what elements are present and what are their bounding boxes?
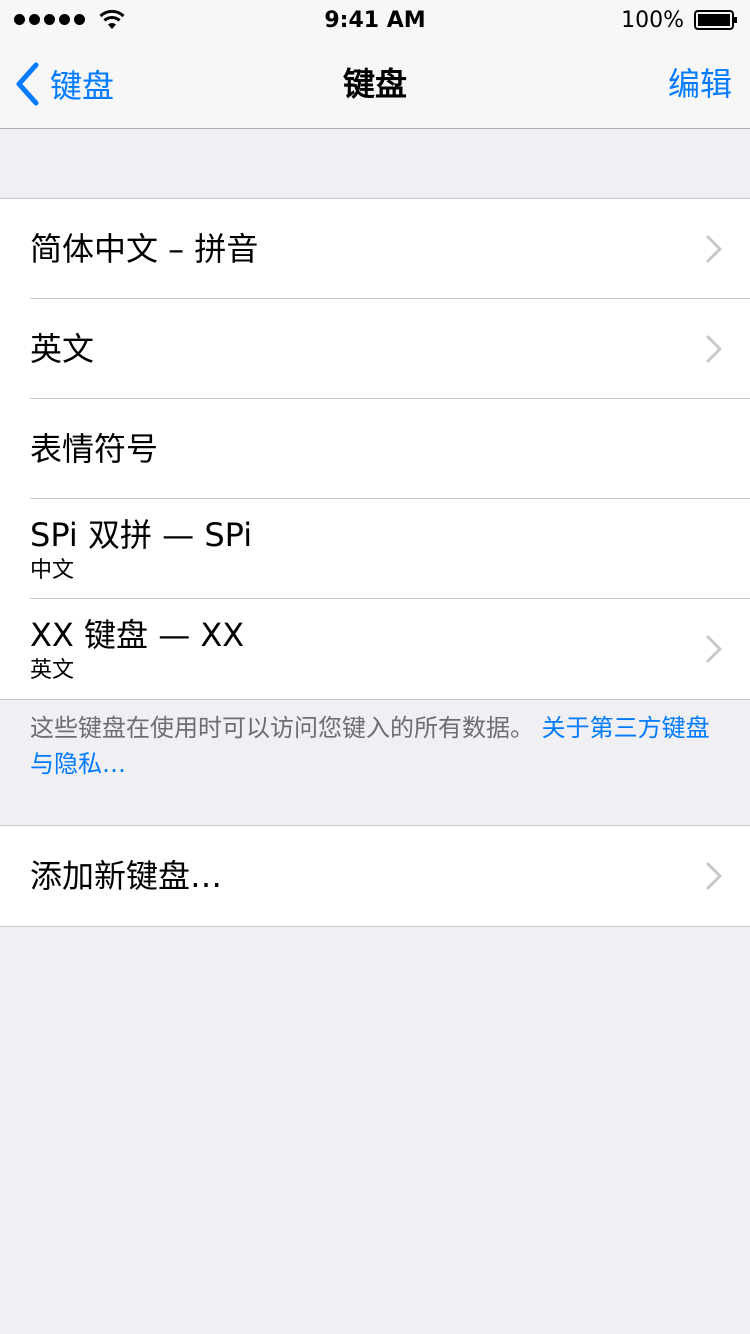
keyboard-item-pinyin[interactable]: 简体中文 – 拼音 <box>30 199 750 299</box>
keyboard-item-title: XX 键盘 — XX <box>30 616 245 654</box>
add-keyboard-group: 添加新键盘… <box>0 825 750 927</box>
keyboard-list: 简体中文 – 拼音 英文 表情符号 SPi 双拼 — SPi 中文 XX 键盘 … <box>0 198 750 700</box>
battery-percentage: 100% <box>621 8 684 33</box>
back-button[interactable]: 键盘 <box>14 40 114 128</box>
add-keyboard-label: 添加新键盘… <box>30 857 223 895</box>
keyboard-item-xx[interactable]: XX 键盘 — XX 英文 <box>30 599 750 699</box>
chevron-right-icon <box>706 335 722 363</box>
keyboard-item-title: 英文 <box>30 330 95 368</box>
keyboard-item-title: 简体中文 – 拼音 <box>30 230 259 268</box>
edit-button[interactable]: 编辑 <box>668 40 732 128</box>
chevron-right-icon <box>706 635 722 663</box>
chevron-right-icon <box>706 862 722 890</box>
chevron-right-icon <box>706 235 722 263</box>
battery-icon <box>694 10 737 30</box>
chevron-left-icon <box>16 62 39 106</box>
keyboard-item-subtitle: 英文 <box>30 658 75 683</box>
add-keyboard-button[interactable]: 添加新键盘… <box>30 826 750 926</box>
keyboard-item-title: SPi 双拼 — SPi <box>30 516 253 554</box>
navigation-bar: 键盘 键盘 编辑 <box>0 40 750 129</box>
keyboard-item-emoji[interactable]: 表情符号 <box>30 399 750 499</box>
keyboard-item-spi[interactable]: SPi 双拼 — SPi 中文 <box>30 499 750 599</box>
back-button-label: 键盘 <box>50 67 115 105</box>
keyboard-item-subtitle: 中文 <box>30 558 75 583</box>
status-bar: 9:41 AM 100% <box>0 0 750 40</box>
keyboard-item-english[interactable]: 英文 <box>30 299 750 399</box>
keyboard-item-title: 表情符号 <box>30 430 159 468</box>
privacy-footer: 这些键盘在使用时可以访问您键入的所有数据。 关于第三方键盘与隐私… <box>30 710 720 782</box>
footer-text: 这些键盘在使用时可以访问您键入的所有数据。 <box>30 714 542 742</box>
